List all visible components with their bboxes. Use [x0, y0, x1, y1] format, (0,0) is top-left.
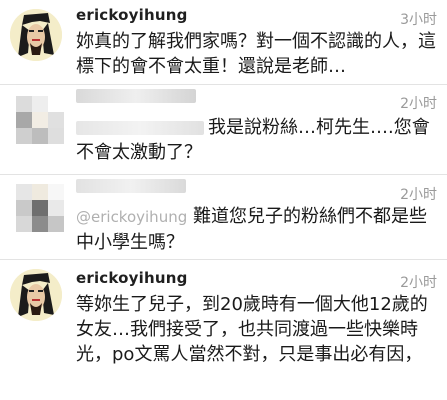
comment-item[interactable]: 2小时 @erickoyihung 難道您兒子的粉絲們不都是些中小學生嗎？	[0, 175, 447, 259]
timestamp: 2小时	[400, 275, 437, 291]
comment-feed: erickoyihung 3小时 妳真的了解我們家嗎？對一個不認識的人，這標下的…	[0, 0, 447, 400]
timestamp: 2小时	[400, 96, 437, 112]
timestamp: 2小时	[400, 187, 437, 203]
avatar-portrait-icon	[10, 269, 62, 321]
comment-item[interactable]: 2小时 我是說粉絲…柯先生….您會不會太激動了？	[0, 85, 447, 174]
comment-text: 等妳生了兒子，到20歲時有一個大他12歲的女友…我們接受了，也共同渡過一些快樂時…	[76, 294, 428, 365]
timestamp: 3小时	[400, 12, 437, 28]
username-obscured[interactable]	[76, 89, 196, 103]
comment-item[interactable]: erickoyihung 3小时 妳真的了解我們家嗎？對一個不認識的人，這標下的…	[0, 0, 447, 84]
avatar-portrait-icon	[10, 9, 62, 61]
comment-item[interactable]: erickoyihung 2小时 等妳生了兒子，到20歲時有一個大他12歲的女友…	[0, 260, 447, 400]
comment-text: 妳真的了解我們家嗎？對一個不認識的人，這標下的會不會太重！還說是老師…	[76, 31, 436, 77]
username[interactable]: erickoyihung	[76, 6, 188, 24]
username[interactable]: erickoyihung	[76, 269, 188, 287]
avatar[interactable]	[10, 269, 62, 321]
comment-text: @erickoyihung 難道您兒子的粉絲們不都是些中小學生嗎？	[76, 206, 427, 253]
avatar-blurred[interactable]	[16, 96, 64, 144]
comment-text: 我是說粉絲…柯先生….您會不會太激動了？	[76, 117, 430, 163]
avatar-blurred[interactable]	[16, 184, 64, 232]
username-obscured[interactable]	[76, 179, 186, 193]
mention-link[interactable]: @erickoyihung	[76, 208, 187, 226]
avatar[interactable]	[10, 9, 62, 61]
